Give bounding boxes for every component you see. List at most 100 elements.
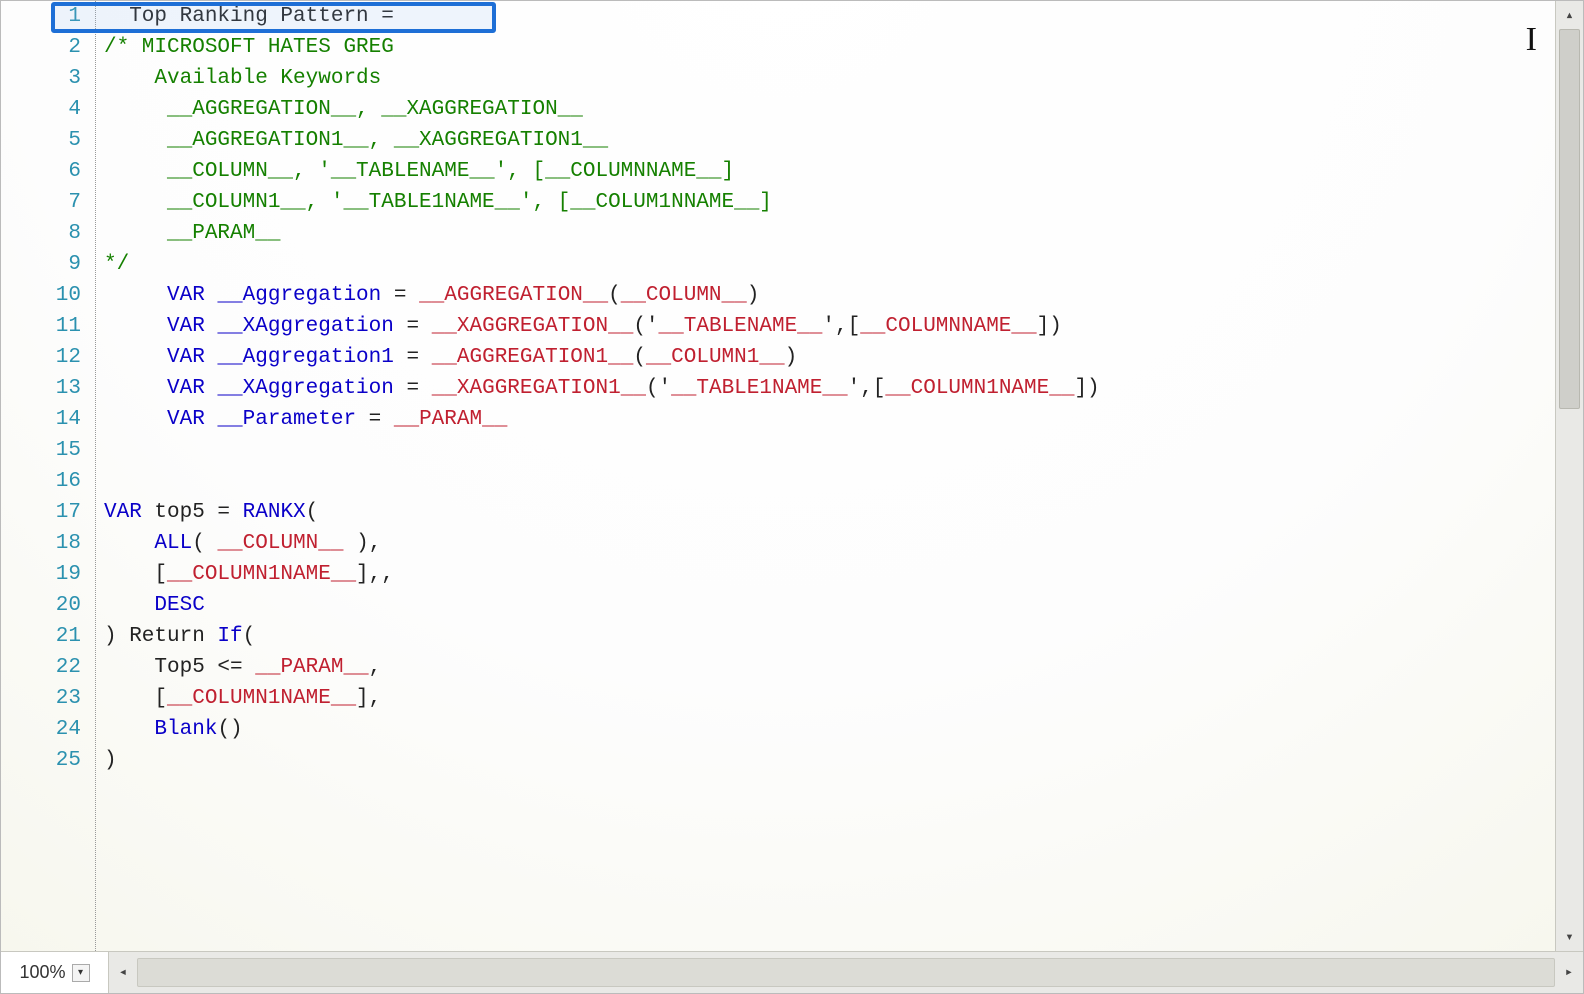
code-line[interactable]: VAR top5 = RANKX( — [96, 497, 1555, 528]
code-line[interactable]: ) — [96, 745, 1555, 776]
code-line[interactable]: [__COLUMN1NAME__], — [96, 683, 1555, 714]
code-token — [104, 408, 167, 431]
scroll-right-arrow-icon[interactable]: ▸ — [1555, 952, 1583, 993]
code-line[interactable]: __AGGREGATION__, __XAGGREGATION__ — [96, 94, 1555, 125]
editor-viewport[interactable]: 1234567891011121314151617181920212223242… — [1, 1, 1555, 951]
code-token: Blank — [154, 718, 217, 741]
code-line[interactable]: Available Keywords — [96, 63, 1555, 94]
line-number: 25 — [1, 745, 81, 776]
vertical-scroll-thumb[interactable] — [1559, 29, 1580, 409]
line-number: 12 — [1, 342, 81, 373]
code-token: ALL — [154, 532, 192, 555]
code-line[interactable]: __COLUMN__, '__TABLENAME__', [__COLUMNNA… — [96, 156, 1555, 187]
code-token: ]) — [1037, 315, 1062, 338]
code-line[interactable] — [96, 466, 1555, 497]
scroll-left-arrow-icon[interactable]: ◂ — [109, 952, 137, 993]
code-line[interactable]: __PARAM__ — [96, 218, 1555, 249]
code-token — [104, 284, 167, 307]
code-token: ) Return — [104, 625, 217, 648]
code-line[interactable]: */ — [96, 249, 1555, 280]
zoom-level-label: 100% — [19, 962, 65, 983]
line-number: 8 — [1, 218, 81, 249]
horizontal-scroll-thumb[interactable] — [137, 958, 1555, 987]
code-token — [104, 532, 154, 555]
line-number: 10 — [1, 280, 81, 311]
horizontal-scroll-track[interactable] — [137, 958, 1555, 987]
code-token: = — [394, 315, 432, 338]
line-number: 15 — [1, 435, 81, 466]
code-area[interactable]: Top Ranking Pattern = /* MICROSOFT HATES … — [96, 1, 1555, 951]
code-token: __TABLE1NAME__ — [671, 377, 847, 400]
code-token: __AGGREGATION1__ — [432, 346, 634, 369]
code-token: = — [356, 408, 394, 431]
code-line[interactable]: /* MICROSOFT HATES GREG — [96, 32, 1555, 63]
code-token: Top5 <= — [104, 656, 255, 679]
line-number: 2 — [1, 32, 81, 63]
code-line[interactable]: ) Return If( — [96, 621, 1555, 652]
code-line[interactable] — [96, 435, 1555, 466]
line-number-gutter: 1234567891011121314151617181920212223242… — [1, 1, 96, 951]
code-token: , — [369, 656, 382, 679]
code-token: /* MICROSOFT HATES GREG — [104, 36, 394, 59]
zoom-dropdown-icon[interactable]: ▾ — [72, 964, 90, 982]
line-number: 1 — [1, 1, 81, 32]
line-number: 7 — [1, 187, 81, 218]
code-line[interactable]: VAR __Aggregation1 = __AGGREGATION1__(__… — [96, 342, 1555, 373]
code-line[interactable]: [__COLUMN1NAME__],, — [96, 559, 1555, 590]
vertical-scrollbar[interactable]: ▴ ▾ — [1555, 1, 1583, 951]
code-token: ) — [785, 346, 798, 369]
code-line[interactable]: Blank() — [96, 714, 1555, 745]
scroll-down-arrow-icon[interactable]: ▾ — [1556, 923, 1583, 951]
line-number: 24 — [1, 714, 81, 745]
vertical-scroll-track[interactable] — [1556, 29, 1583, 923]
code-token — [205, 315, 218, 338]
code-line[interactable]: VAR __XAggregation = __XAGGREGATION1__('… — [96, 373, 1555, 404]
line-number: 14 — [1, 404, 81, 435]
scroll-up-arrow-icon[interactable]: ▴ — [1556, 1, 1583, 29]
code-line[interactable]: Top Ranking Pattern = — [96, 1, 1555, 32]
code-line[interactable]: __AGGREGATION1__, __XAGGREGATION1__ — [96, 125, 1555, 156]
line-number: 4 — [1, 94, 81, 125]
code-line[interactable]: VAR __Aggregation = __AGGREGATION__(__CO… — [96, 280, 1555, 311]
code-token: ( — [192, 532, 217, 555]
code-token: (' — [646, 377, 671, 400]
code-token — [104, 594, 154, 617]
code-token: VAR — [167, 408, 205, 431]
line-number: 5 — [1, 125, 81, 156]
code-line[interactable]: __COLUMN1__, '__TABLE1NAME__', [__COLUM1… — [96, 187, 1555, 218]
horizontal-scrollbar[interactable]: ◂ ▸ — [109, 952, 1583, 993]
code-token: VAR — [167, 315, 205, 338]
code-token: = — [381, 284, 419, 307]
line-number: 11 — [1, 311, 81, 342]
line-number: 22 — [1, 652, 81, 683]
zoom-level-selector[interactable]: 100% ▾ — [1, 952, 109, 993]
dax-editor: 1234567891011121314151617181920212223242… — [0, 0, 1584, 994]
code-token: __PARAM__ — [394, 408, 507, 431]
code-token: (' — [633, 315, 658, 338]
code-line[interactable]: DESC — [96, 590, 1555, 621]
line-number: 23 — [1, 683, 81, 714]
code-token: __Aggregation1 — [217, 346, 393, 369]
code-token: If — [217, 625, 242, 648]
code-token — [205, 346, 218, 369]
code-line[interactable]: ALL( __COLUMN__ ), — [96, 528, 1555, 559]
code-token: __XAggregation — [217, 315, 393, 338]
code-token: __XAGGREGATION__ — [432, 315, 634, 338]
line-number: 21 — [1, 621, 81, 652]
line-number: 19 — [1, 559, 81, 590]
code-line[interactable]: VAR __XAggregation = __XAGGREGATION__('_… — [96, 311, 1555, 342]
code-token: __COLUMN1NAME__ — [167, 563, 356, 586]
code-token: VAR — [167, 284, 205, 307]
code-token: __XAGGREGATION1__ — [432, 377, 646, 400]
code-token: = — [394, 377, 432, 400]
code-token: ',[ — [848, 377, 886, 400]
code-line[interactable]: Top5 <= __PARAM__, — [96, 652, 1555, 683]
code-token: ],, — [356, 563, 394, 586]
code-token: ) — [747, 284, 760, 307]
code-token: ',[ — [822, 315, 860, 338]
line-number: 9 — [1, 249, 81, 280]
code-token: __XAggregation — [217, 377, 393, 400]
line-number: 16 — [1, 466, 81, 497]
code-token — [205, 377, 218, 400]
code-line[interactable]: VAR __Parameter = __PARAM__ — [96, 404, 1555, 435]
